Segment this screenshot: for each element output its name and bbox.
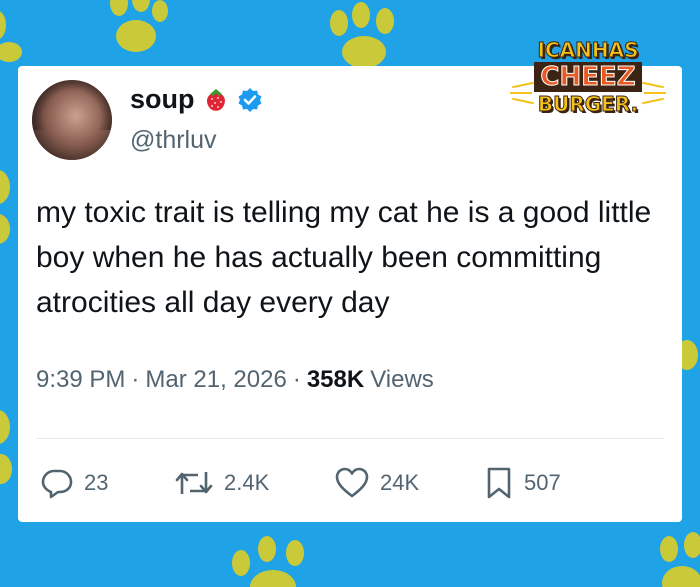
logo-text-middle: CHEEZ	[534, 62, 642, 92]
tweet-date[interactable]: Mar 21, 2026	[145, 366, 286, 394]
views-count: 358K	[306, 366, 365, 393]
display-name[interactable]: soup	[130, 84, 195, 115]
bookmark-count: 507	[524, 470, 561, 495]
reply-icon	[40, 466, 74, 500]
author-name-row: soup	[130, 84, 263, 115]
tweet-text: my toxic trait is telling my cat he is a…	[36, 196, 652, 319]
tweet-meta: 9:39 PM · Mar 21, 2026 · 358K Views	[36, 366, 434, 394]
retweet-count: 2.4K	[224, 470, 270, 495]
bookmark-button[interactable]: 507	[484, 466, 561, 500]
meta-separator: ·	[131, 366, 140, 393]
heart-icon	[334, 466, 370, 500]
verified-badge-icon	[237, 87, 263, 113]
like-count: 24K	[380, 470, 420, 495]
retweet-icon	[174, 466, 214, 500]
paw-print-icon	[640, 530, 700, 587]
tweet-time[interactable]: 9:39 PM	[36, 366, 125, 394]
meta-separator: ·	[292, 366, 301, 393]
like-button[interactable]: 24K	[334, 466, 419, 500]
strawberry-icon	[201, 85, 231, 115]
reply-count: 23	[84, 470, 109, 495]
icanhascheezburger-logo: ICANHAS CHEEZ BURGER.	[510, 24, 666, 144]
divider	[36, 438, 664, 439]
bookmark-icon	[484, 466, 514, 500]
retweet-button[interactable]: 2.4K	[174, 466, 269, 500]
paw-print-icon	[0, 8, 30, 68]
action-bar: 23 2.4K 24K 507	[18, 466, 682, 510]
user-handle[interactable]: @thrluv	[130, 126, 217, 155]
avatar[interactable]	[32, 80, 112, 160]
views-label: Views	[370, 366, 434, 393]
paw-print-icon	[222, 530, 332, 587]
paw-print-icon	[320, 2, 410, 72]
paw-print-icon	[90, 0, 170, 60]
logo-text-bottom: BURGER.	[537, 92, 639, 116]
logo-text-top: ICANHAS	[537, 38, 639, 62]
reply-button[interactable]: 23	[40, 466, 108, 500]
